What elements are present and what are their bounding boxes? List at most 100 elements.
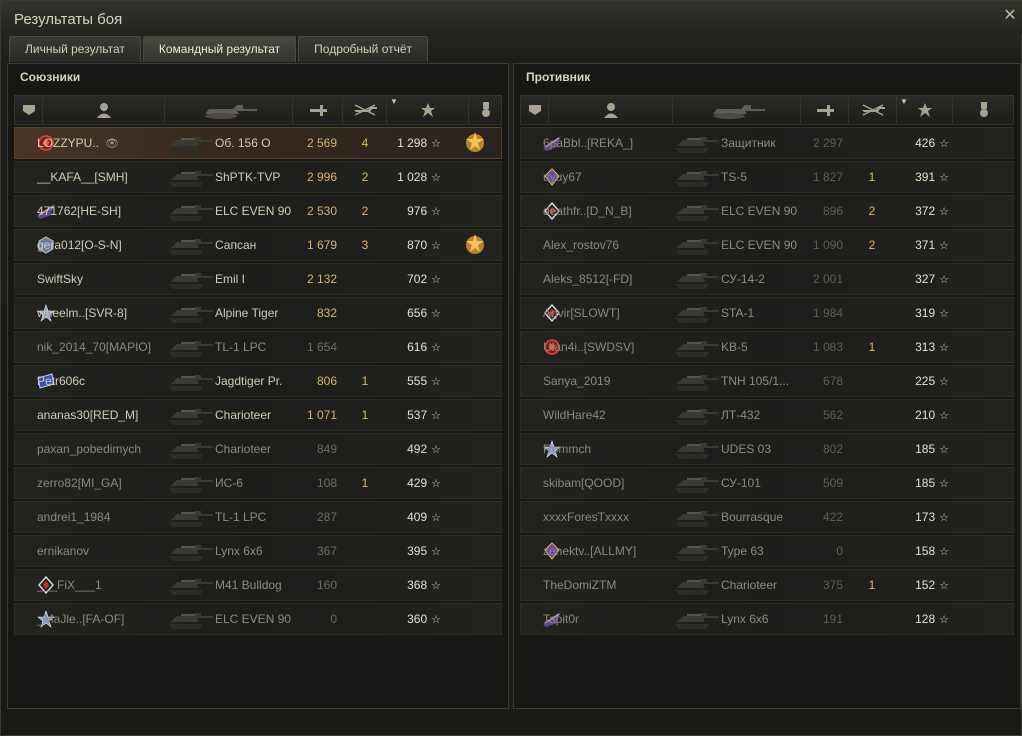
- player-name-cell[interactable]: andrei1_1984: [37, 502, 110, 532]
- player-name-cell[interactable]: TheDomiZTM: [543, 570, 616, 600]
- medal-icon[interactable]: [455, 128, 495, 158]
- player-name[interactable]: ___FiX___1: [37, 578, 102, 592]
- table-row[interactable]: SwiftSky Emil I 2 132 702 ☆: [14, 263, 502, 295]
- player-name[interactable]: WildHare42: [543, 408, 606, 422]
- table-row[interactable]: wheelm..[SVR-8] Alpine Tiger 832 656 ☆: [14, 297, 502, 329]
- player-name[interactable]: Alex_rostov76: [543, 238, 619, 252]
- table-row[interactable]: Tapit0r Lynx 6x6 191 128 ☆: [520, 603, 1014, 635]
- player-name-cell[interactable]: SwiftSky: [37, 264, 83, 294]
- vehicle-column-header[interactable]: [673, 96, 801, 124]
- player-name-cell[interactable]: 6paBbl..[REKA_]: [543, 128, 633, 158]
- player-name[interactable]: paxan_pobedimych: [37, 442, 141, 456]
- player-name[interactable]: gera012[O-S-N]: [37, 238, 122, 252]
- table-row[interactable]: deathfr..[D_N_B] ELC EVEN 90 896 2 372 ☆: [520, 195, 1014, 227]
- tab-personal-result[interactable]: Личный результат: [9, 36, 141, 62]
- player-name[interactable]: wheelm..[SVR-8]: [37, 306, 127, 320]
- table-row[interactable]: gera012[O-S-N] Сапсан 1 679 3 870 ☆: [14, 229, 502, 261]
- player-name[interactable]: TheDomiZTM: [543, 578, 616, 592]
- tab-team-result[interactable]: Командный результат: [142, 36, 297, 62]
- xp-column-header[interactable]: ▼: [387, 96, 469, 124]
- player-name[interactable]: xxxxForesTxxxx: [543, 510, 629, 524]
- medal-column-header[interactable]: [953, 96, 1015, 124]
- player-name-cell[interactable]: gera012[O-S-N]: [37, 230, 122, 260]
- table-row[interactable]: Petr606c Jagdtiger Pr. 806 1 555 ☆: [14, 365, 502, 397]
- table-row[interactable]: skibam[QOOD] СУ-101 509 185 ☆: [520, 467, 1014, 499]
- player-name[interactable]: ernikanov: [37, 544, 89, 558]
- table-row[interactable]: nik_2014_70[MAPIO] TL-1 LPC 1 654 616 ☆: [14, 331, 502, 363]
- table-row[interactable]: Agvir[SLOWT] STA-1 1 984 319 ☆: [520, 297, 1014, 329]
- table-row[interactable]: Alex_rostov76 ELC EVEN 90 1 090 2 371 ☆: [520, 229, 1014, 261]
- close-icon[interactable]: ✕: [1003, 8, 1017, 24]
- player-name-cell[interactable]: Rommch: [543, 434, 591, 464]
- table-row[interactable]: 471762[HE-SH] ELC EVEN 90 2 530 2 976 ☆: [14, 195, 502, 227]
- player-name[interactable]: 6paBbl..[REKA_]: [543, 136, 633, 150]
- table-row[interactable]: Rommch UDES 03 802 185 ☆: [520, 433, 1014, 465]
- player-name-cell[interactable]: deathfr..[D_N_B]: [543, 196, 632, 226]
- player-name-cell[interactable]: Alex_rostov76: [543, 230, 619, 260]
- player-name-cell[interactable]: WildHare42: [543, 400, 606, 430]
- player-name-cell[interactable]: Agvir[SLOWT]: [543, 298, 620, 328]
- player-name-cell[interactable]: wheelm..[SVR-8]: [37, 298, 127, 328]
- table-row[interactable]: ernikanov Lynx 6x6 367 395 ☆: [14, 535, 502, 567]
- player-name-cell[interactable]: Tapit0r: [543, 604, 579, 634]
- player-name-cell[interactable]: ananas30[RED_M]: [37, 400, 138, 430]
- table-row[interactable]: Ulan4i..[SWDSV] KB-5 1 083 1 313 ☆: [520, 331, 1014, 363]
- player-name-cell[interactable]: Aleks_8512[-FD]: [543, 264, 632, 294]
- player-name-cell[interactable]: zerro82[MI_GA]: [37, 468, 122, 498]
- player-name[interactable]: SwiftSky: [37, 272, 83, 286]
- player-name[interactable]: _MaJle..[FA-OF]: [37, 612, 124, 626]
- player-name[interactable]: Agvir[SLOWT]: [543, 306, 620, 320]
- tab-detailed-report[interactable]: Подробный отчёт: [298, 36, 429, 62]
- player-name[interactable]: Ulan4i..[SWDSV]: [543, 340, 634, 354]
- player-name[interactable]: LOZZYPU..: [37, 136, 99, 150]
- player-name[interactable]: nik_2014_70[MAPIO]: [37, 340, 151, 354]
- player-name[interactable]: Sanya_2019: [543, 374, 610, 388]
- table-row[interactable]: zenektv..[ALLMY] Type 63 0 158 ☆: [520, 535, 1014, 567]
- player-name[interactable]: ananas30[RED_M]: [37, 408, 138, 422]
- player-name-cell[interactable]: Petr606c: [37, 366, 85, 396]
- player-name-cell[interactable]: Ulan4i..[SWDSV]: [543, 332, 634, 362]
- player-name[interactable]: Rommch: [543, 442, 591, 456]
- table-row[interactable]: 6paBbl..[REKA_] Защитник 2 297 426 ☆: [520, 127, 1014, 159]
- table-row[interactable]: TheDomiZTM Charioteer 375 1 152 ☆: [520, 569, 1014, 601]
- damage-column-header[interactable]: [293, 96, 343, 124]
- player-name[interactable]: Petr606c: [37, 374, 85, 388]
- player-name-cell[interactable]: nik_2014_70[MAPIO]: [37, 332, 151, 362]
- player-name[interactable]: skibam[QOOD]: [543, 476, 624, 490]
- player-name[interactable]: Tapit0r: [543, 612, 579, 626]
- player-name-cell[interactable]: Sanya_2019: [543, 366, 610, 396]
- player-name-cell[interactable]: skibam[QOOD]: [543, 468, 624, 498]
- player-column-header[interactable]: [549, 96, 673, 124]
- kills-column-header[interactable]: [849, 96, 897, 124]
- table-row[interactable]: Sanya_2019 TNH 105/1... 678 225 ☆: [520, 365, 1014, 397]
- table-row[interactable]: LOZZYPU.. 👁 Об. 156 О 2 569 4 1 298 ☆: [14, 127, 502, 159]
- player-column-header[interactable]: [43, 96, 165, 124]
- player-name-cell[interactable]: zenektv..[ALLMY]: [543, 536, 636, 566]
- table-row[interactable]: _MaJle..[FA-OF] ELC EVEN 90 0 360 ☆: [14, 603, 502, 635]
- player-name-cell[interactable]: LOZZYPU.. 👁: [37, 128, 119, 158]
- medal-icon[interactable]: [455, 230, 495, 260]
- player-name[interactable]: __KAFA__[SMH]: [37, 170, 128, 184]
- table-row[interactable]: paxan_pobedimych Charioteer 849 492 ☆: [14, 433, 502, 465]
- table-row[interactable]: zerro82[MI_GA] ИС-6 108 1 429 ☆: [14, 467, 502, 499]
- squad-column-header[interactable]: [15, 96, 43, 124]
- player-name-cell[interactable]: __KAFA__[SMH]: [37, 162, 128, 192]
- table-row[interactable]: ___FiX___1 M41 Bulldog 160 368 ☆: [14, 569, 502, 601]
- squad-column-header[interactable]: [521, 96, 549, 124]
- table-row[interactable]: ananas30[RED_M] Charioteer 1 071 1 537 ☆: [14, 399, 502, 431]
- player-name[interactable]: Aleks_8512[-FD]: [543, 272, 632, 286]
- player-name-cell[interactable]: 471762[HE-SH]: [37, 196, 121, 226]
- kills-column-header[interactable]: [343, 96, 387, 124]
- table-row[interactable]: andrei1_1984 TL-1 LPC 287 409 ☆: [14, 501, 502, 533]
- player-name-cell[interactable]: _MaJle..[FA-OF]: [37, 604, 124, 634]
- player-name[interactable]: uyuy67: [543, 170, 582, 184]
- player-name[interactable]: zenektv..[ALLMY]: [543, 544, 636, 558]
- vehicle-column-header[interactable]: [165, 96, 293, 124]
- table-row[interactable]: Aleks_8512[-FD] СУ-14-2 2 001 327 ☆: [520, 263, 1014, 295]
- player-name[interactable]: 471762[HE-SH]: [37, 204, 121, 218]
- table-row[interactable]: xxxxForesTxxxx Bourrasque 422 173 ☆: [520, 501, 1014, 533]
- player-name[interactable]: andrei1_1984: [37, 510, 110, 524]
- table-row[interactable]: __KAFA__[SMH] ShPTK-TVP 2 996 2 1 028 ☆: [14, 161, 502, 193]
- medal-column-header[interactable]: [469, 96, 503, 124]
- player-name-cell[interactable]: ernikanov: [37, 536, 89, 566]
